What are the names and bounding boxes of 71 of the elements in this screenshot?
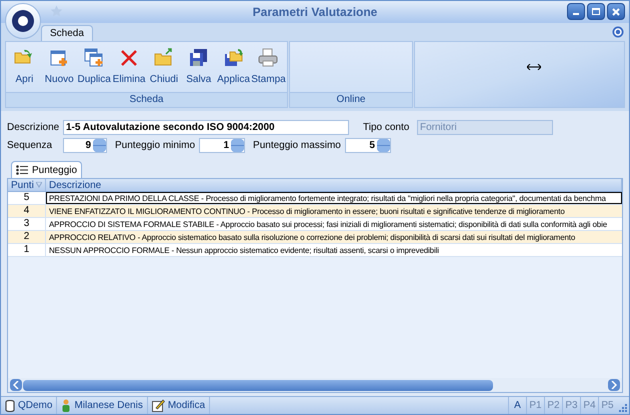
printer-icon [258,48,278,68]
table-cell-text: APPROCCIO DI SISTEMA FORMALE STABILE - Approccio basato sui processi; fasi iniziali di miglioramenti sistematici; disponibilità di dati sulla conformità agli obie [48,219,608,230]
column-header[interactable]: Punti [8,179,46,191]
table-cell: 5 [8,192,46,204]
status-key[interactable]: A [508,397,526,414]
floppy-disk-icon [188,48,209,68]
window-title: Parametri Valutazione [252,4,378,21]
maximize-button[interactable] [587,3,605,20]
person-icon [61,399,72,412]
spin-arrows-icon[interactable] [93,138,106,152]
resize-cursor-icon [527,64,541,70]
ribbon-tab[interactable]: Scheda [41,25,93,41]
table-cell-text: VIENE ENFATIZZATO IL MIGLIORAMENTO CONTINUO - Processo di miglioramento in essere; buoni risultati e significative tendenze di miglioramento [48,206,566,217]
table-row[interactable]: 5 PRESTAZIONI DA PRIMO DELLA CLASSE - Processo di miglioramento fortemente integrato; risultati da "migliori nella propria categoria", documentati da benchma [8,192,622,205]
resize-grip-icon[interactable] [618,403,627,412]
table-row[interactable]: 1 NESSUN APPROCCIO FORMALE - Nessun approccio sistematico evidente; risultati assenti, scarsi o imprevedibili [8,244,622,257]
status-panel[interactable]: Milanese Denis [57,397,148,414]
spin-arrows-icon[interactable] [376,138,390,152]
close-icon [612,8,620,16]
table-cell: PRESTAZIONI DA PRIMO DELLA CLASSE - Processo di miglioramento fortemente integrato; risultati da "migliori nella propria categoria", documentati da benchma [46,192,622,204]
table-cell: 3 [8,218,46,230]
spin-arrows-icon[interactable] [231,138,244,152]
star-icon[interactable] [50,5,63,18]
list-icon [16,165,28,175]
field-label: Punteggio minimo [115,138,196,152]
cross-icon [119,48,140,68]
minimize-button[interactable] [567,3,585,20]
tab[interactable]: Punteggio [11,161,82,178]
field-label: Punteggio massimo [253,138,341,152]
horizontal-scrollbar[interactable] [8,378,622,392]
table-cell-text: NESSUN APPROCCIO FORMALE - Nessun approccio sistematico evidente; risultati assenti, scarsi o imprevedibili [48,245,440,256]
scroll-left-icon[interactable] [10,379,22,391]
help-icon[interactable] [612,26,624,38]
table-row[interactable]: 3 APPROCCIO DI SISTEMA FORMALE STABILE - Approccio basato sui processi; fasi iniziali di miglioramenti sistematici; disponibilità di dati sulla conformità agli obie [8,218,622,231]
field-label: Sequenza [7,138,54,152]
table-cell: 4 [8,205,46,217]
toolbar-button[interactable]: Elimina [112,48,146,87]
folder-icon [224,48,244,68]
description-field[interactable]: 1-5 Autovalutazione secondo ISO 9004:2000 [63,120,349,134]
account-type-field: Fornitori [417,120,553,134]
table-cell-text: APPROCCIO RELATIVO - Approccio sistematico basato sulla risoluzione o correzione dei problemi; disponibilità di scarsi dati sui risultati del miglioramento [48,232,576,243]
group-label: Scheda [6,92,287,107]
close-button[interactable] [607,3,625,20]
toolbar-button[interactable]: Chiudi [147,48,180,87]
table-row[interactable]: 4 VIENE ENFATIZZATO IL MIGLIORAMENTO CONTINUO - Processo di miglioramento in essere; buoni risultati e significative tendenze di miglioramento [8,205,622,218]
number-spinner[interactable]: 9 [63,138,107,152]
filter-icon[interactable] [36,182,42,188]
folder-icon [154,48,174,68]
toolbar-button[interactable]: Salva [182,48,216,87]
document-plus-icon [84,48,104,68]
app-logo-icon[interactable] [5,3,41,39]
group-label: Online [290,92,412,107]
table-cell: 2 [8,231,46,243]
number-spinner[interactable]: 1 [199,138,246,152]
document-plus-icon [49,48,70,68]
number-spinner[interactable]: 5 [344,138,391,152]
toolbar-button[interactable]: Apri [8,48,41,87]
toolbar-button[interactable]: Duplica [78,48,111,87]
toolbar-button[interactable]: Stampa [252,48,285,87]
cylinder-icon [5,400,15,412]
column-header[interactable]: Descrizione [46,179,622,191]
field-label: Descrizione [7,120,59,134]
pencil-note-icon [152,399,165,412]
toolbar-button[interactable]: Nuovo [42,48,76,87]
status-panel[interactable]: QDemo [1,397,58,414]
table-cell: 1 [8,244,46,256]
table-row[interactable]: 2 APPROCCIO RELATIVO - Approccio sistematico basato sulla risoluzione o correzione dei problemi; disponibilità di scarsi dati sui risultati del miglioramento [8,231,622,244]
status-panel[interactable]: Modifica [148,397,210,414]
field-label: Tipo conto [363,120,410,134]
scroll-right-icon[interactable] [608,379,620,391]
toolbar-button[interactable]: Applica [217,48,250,87]
